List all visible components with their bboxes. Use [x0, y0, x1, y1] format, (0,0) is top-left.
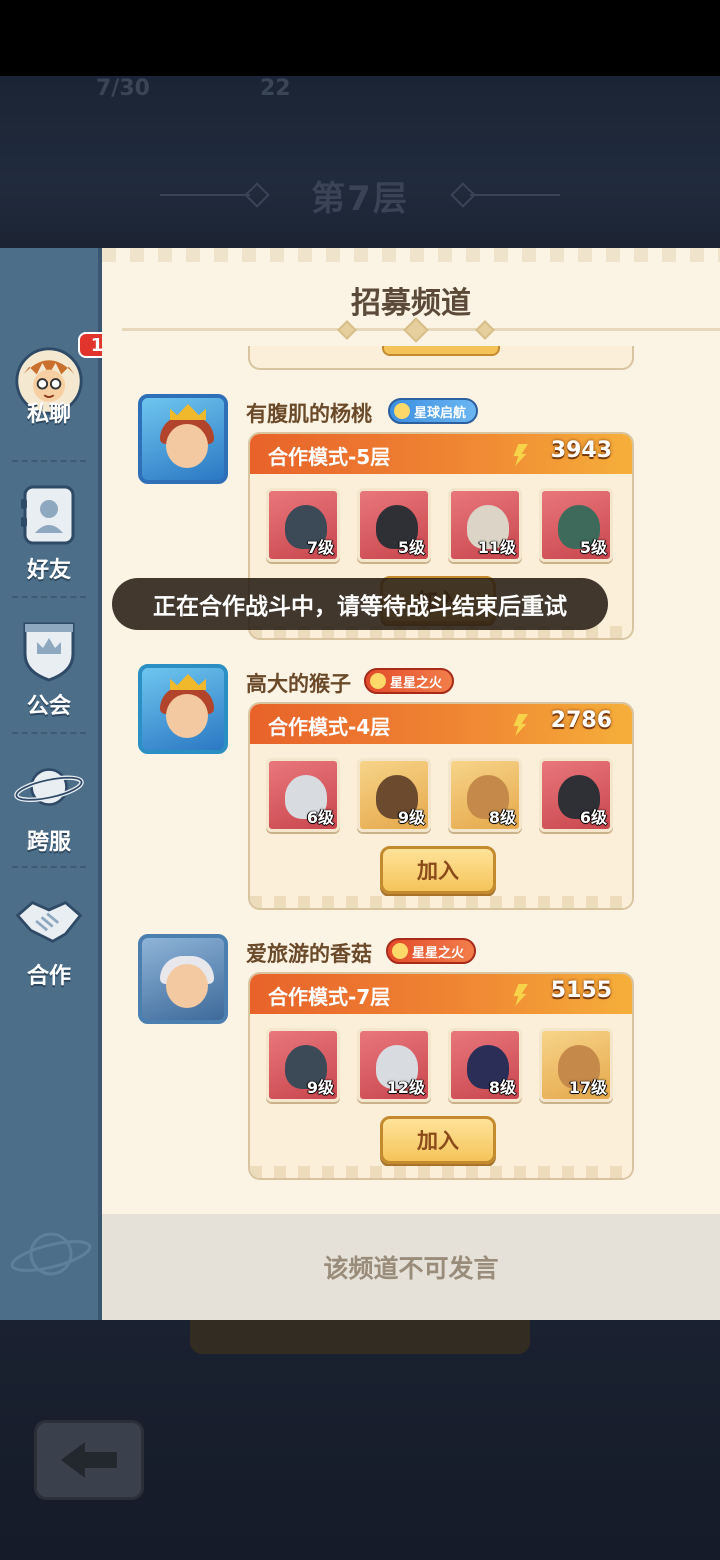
sidebar-item-label: 私聊 — [26, 402, 71, 427]
chat-sidebar: 私聊 1 好友 公会 跨服 合作 — [0, 248, 116, 1320]
mode-label: 合作模式-7层 — [268, 985, 391, 1009]
sidebar-divider — [12, 460, 86, 462]
disabled-notice: 该频道不可发言 — [323, 1254, 499, 1283]
username: 爱旅游的香菇 — [246, 942, 372, 966]
hero-slot: 8级 — [448, 1028, 522, 1102]
sidebar-divider — [12, 866, 86, 868]
power-value: 3943 — [550, 438, 612, 463]
mode-label: 合作模式-4层 — [268, 715, 391, 739]
team-card: 合作模式-7层 5155 9级 12级 8级 17级 加入 — [248, 972, 634, 1180]
planet-watermark-icon — [10, 1232, 92, 1276]
power-icon — [513, 444, 528, 466]
join-button[interactable]: 加入 — [380, 1116, 496, 1164]
previous-card-edge — [248, 346, 634, 370]
mode-label: 合作模式-5层 — [268, 445, 391, 469]
hero-level: 6级 — [579, 808, 607, 827]
channel-content: 招募频道 有腹肌的杨桃 星球启航 合作模式-5层 3943 7级 5级 11级 … — [102, 248, 720, 1320]
hero-slot: 5级 — [357, 488, 431, 562]
card-decoration — [250, 896, 632, 908]
sidebar-item-guild[interactable]: 公会 — [0, 606, 98, 736]
hero-level: 6级 — [306, 808, 334, 827]
title-tag: 星星之火 — [364, 668, 455, 694]
input-disabled-bar: 该频道不可发言 — [102, 1214, 720, 1320]
hero-slot: 7级 — [266, 488, 340, 562]
user-avatar[interactable] — [138, 934, 228, 1024]
handshake-icon — [14, 886, 84, 956]
power-icon — [513, 714, 528, 736]
hero-slot: 5级 — [539, 488, 613, 562]
hero-level: 17级 — [568, 1078, 607, 1097]
hero-slot: 6级 — [539, 758, 613, 832]
energy-stat: 7/30 — [96, 76, 150, 101]
top-bar — [0, 0, 720, 76]
hero-level: 8级 — [488, 1078, 516, 1097]
sidebar-divider — [12, 596, 86, 598]
toast-message: 正在合作战斗中，请等待战斗结束后重试 — [112, 578, 608, 630]
divider-gem — [475, 320, 495, 340]
sidebar-item-cross-server[interactable]: 跨服 — [0, 742, 98, 872]
guild-shield-icon — [14, 616, 84, 686]
tag-label: 星星之火 — [412, 945, 465, 961]
user-avatar[interactable] — [138, 664, 228, 754]
team-card: 合作模式-4层 2786 6级 9级 8级 6级 加入 — [248, 702, 634, 910]
back-button[interactable] — [34, 1420, 144, 1500]
sidebar-item-label: 跨服 — [26, 830, 71, 855]
sidebar-item-label: 好友 — [26, 558, 71, 583]
power-value: 5155 — [550, 978, 612, 1003]
join-button[interactable]: 加入 — [380, 846, 496, 894]
card-decoration — [250, 1166, 632, 1178]
hero-level: 11级 — [477, 538, 516, 557]
power-icon — [513, 984, 528, 1006]
sidebar-item-friends[interactable]: 好友 — [0, 470, 98, 600]
hero-slot: 11级 — [448, 488, 522, 562]
sidebar-item-cooperation[interactable]: 合作 — [0, 876, 98, 1006]
floor-title: 第7层 — [311, 178, 409, 219]
hero-slot: 9级 — [357, 758, 431, 832]
arrow-left-icon — [61, 1442, 117, 1478]
hero-level: 9级 — [397, 808, 425, 827]
floor-banner: 第7层 — [160, 160, 560, 230]
title-tag: 星球启航 — [388, 398, 479, 424]
power-value: 2786 — [550, 708, 612, 733]
sidebar-divider — [12, 732, 86, 734]
flame-icon — [392, 943, 408, 959]
game-screen: { "background": { "stat_left": "7/30", "… — [0, 0, 720, 1560]
card-header: 合作模式-5层 3943 — [250, 434, 632, 474]
star-icon — [394, 403, 410, 419]
hero-level: 9级 — [306, 1078, 334, 1097]
channel-title: 招募频道 — [351, 286, 471, 321]
hero-slot: 12级 — [357, 1028, 431, 1102]
friends-icon — [14, 480, 84, 550]
card-header: 合作模式-7层 5155 — [250, 974, 632, 1014]
header-decoration — [102, 248, 720, 262]
hero-slot: 6级 — [266, 758, 340, 832]
user-avatar[interactable] — [138, 394, 228, 484]
sidebar-item-label: 公会 — [26, 694, 71, 719]
chat-panel: 私聊 1 好友 公会 跨服 合作 招募频道 有腹肌的杨桃 星球启航 合作模式-5… — [0, 248, 720, 1320]
username: 有腹肌的杨桃 — [246, 402, 372, 426]
title-tag: 星星之火 — [386, 938, 477, 964]
hero-level: 8级 — [488, 808, 516, 827]
resource-stat: 22 — [260, 76, 291, 101]
hero-slot: 17级 — [539, 1028, 613, 1102]
username: 高大的猴子 — [246, 672, 351, 696]
hero-level: 5级 — [579, 538, 607, 557]
hero-level: 12级 — [386, 1078, 425, 1097]
card-header: 合作模式-4层 2786 — [250, 704, 632, 744]
tag-label: 星球启航 — [414, 405, 467, 421]
planet-icon — [14, 752, 84, 822]
hero-slot: 9级 — [266, 1028, 340, 1102]
flame-icon — [370, 673, 386, 689]
hero-level: 5级 — [397, 538, 425, 557]
sidebar-item-label: 合作 — [26, 964, 71, 989]
scene-plank — [190, 1320, 530, 1354]
hero-level: 7级 — [306, 538, 334, 557]
divider-gem — [337, 320, 357, 340]
hero-slot: 8级 — [448, 758, 522, 832]
tag-label: 星星之火 — [390, 675, 443, 691]
